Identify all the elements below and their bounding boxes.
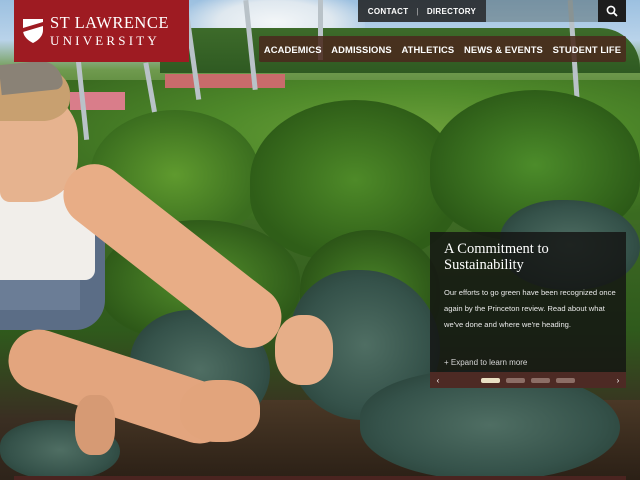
feature-panel: A Commitment to Sustainability Our effor…	[430, 232, 626, 372]
utility-nav: CONTACT | DIRECTORY	[358, 0, 486, 22]
slide-dot[interactable]	[531, 377, 550, 383]
feature-title: A Commitment to Sustainability	[444, 241, 549, 273]
footer-strip	[14, 476, 626, 480]
directory-link[interactable]: DIRECTORY	[427, 7, 476, 16]
shield-icon	[23, 19, 43, 43]
logo-line-1: ST LAWRENCE	[50, 13, 169, 33]
feature-body: Our efforts to go green have been recogn…	[444, 288, 616, 329]
slide-dots	[446, 377, 610, 383]
search-icon	[606, 5, 618, 17]
logo-wordmark: ST LAWRENCE UNIVERSITY	[50, 15, 169, 47]
logo-line-2: UNIVERSITY	[50, 32, 160, 48]
slide-controls: ‹ ›	[430, 372, 626, 388]
slide-dot[interactable]	[481, 377, 500, 383]
nav-admissions[interactable]: ADMISSIONS	[331, 44, 391, 55]
expand-link[interactable]: + Expand to learn more	[444, 358, 527, 367]
search-input[interactable]	[486, 0, 598, 22]
search-button[interactable]	[598, 0, 626, 22]
slide-dot[interactable]	[506, 377, 525, 383]
contact-link[interactable]: CONTACT	[368, 7, 409, 16]
nav-athletics[interactable]: ATHLETICS	[401, 44, 454, 55]
next-arrow-icon[interactable]: ›	[610, 376, 626, 385]
nav-student-life[interactable]: STUDENT LIFE	[553, 44, 621, 55]
utility-separator: |	[416, 6, 419, 16]
nav-academics[interactable]: ACADEMICS	[264, 44, 322, 55]
main-nav: ACADEMICS ADMISSIONS ATHLETICS NEWS & EV…	[259, 36, 626, 62]
university-logo[interactable]: ST LAWRENCE UNIVERSITY	[14, 0, 189, 62]
slide-dot[interactable]	[556, 377, 575, 383]
prev-arrow-icon[interactable]: ‹	[430, 376, 446, 385]
nav-news-events[interactable]: NEWS & EVENTS	[464, 44, 543, 55]
